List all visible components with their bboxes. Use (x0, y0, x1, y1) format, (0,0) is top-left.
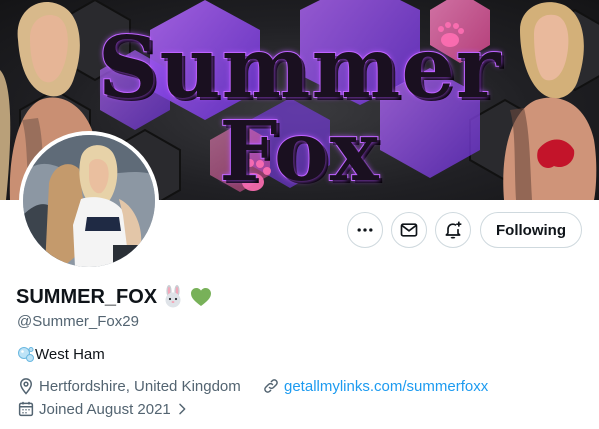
bubbles-emoji-icon (18, 347, 34, 362)
chevron-right-icon (179, 403, 186, 415)
website-link[interactable]: getallmylinks.com/summerfoxx (284, 378, 488, 395)
website-row: getallmylinks.com/summerfoxx (262, 377, 488, 395)
notifications-button[interactable] (435, 212, 471, 248)
envelope-icon (400, 223, 418, 237)
joined-row[interactable]: Joined August 2021 (17, 400, 194, 418)
display-name: SUMMER_FOX (16, 285, 158, 308)
green-heart-emoji-icon (191, 288, 212, 306)
link-icon (264, 379, 278, 393)
location-row: Hertfordshire, United Kingdom (17, 377, 241, 395)
bio: West Ham (17, 345, 105, 363)
profile-avatar[interactable] (19, 131, 159, 271)
location-pin-icon (19, 378, 33, 395)
bell-plus-icon (445, 221, 462, 239)
joined-text: Joined August 2021 (39, 400, 171, 418)
more-button[interactable] (347, 212, 383, 248)
display-name-row: SUMMER_FOX (16, 285, 213, 309)
calendar-icon (18, 401, 34, 417)
rabbit-emoji-icon (165, 285, 181, 308)
message-button[interactable] (391, 212, 427, 248)
following-button[interactable]: Following (480, 212, 582, 248)
location-text: Hertfordshire, United Kingdom (39, 377, 241, 395)
more-horizontal-icon (357, 228, 373, 232)
bio-text: West Ham (35, 345, 105, 363)
avatar-photo (23, 135, 155, 267)
banner-title-line1: Summer (97, 17, 502, 118)
user-handle: @Summer_Fox29 (17, 313, 139, 330)
